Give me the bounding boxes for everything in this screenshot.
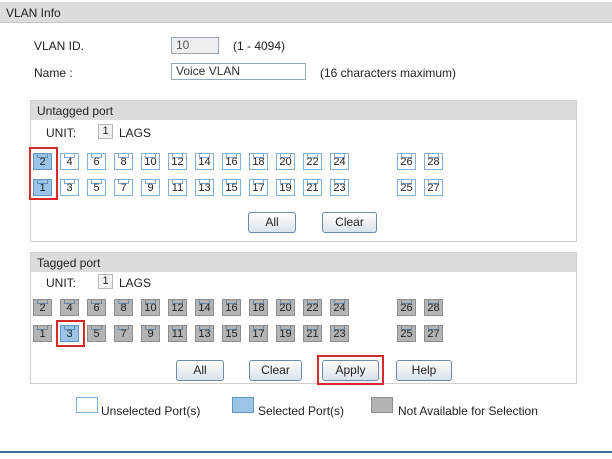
untagged-port-3[interactable]: 3 [60,179,79,196]
vlan-info-header: VLAN Info [0,2,612,23]
untagged-port-19[interactable]: 19 [276,179,295,196]
vlan-info-title: VLAN Info [6,6,61,20]
legend-not-available-swatch [371,397,393,413]
tagged-port-20: 20 [276,299,295,316]
name-field[interactable]: Voice VLAN [171,63,306,80]
footer-rule [0,451,612,453]
help-button[interactable]: Help [396,360,452,381]
tagged-selection-highlight [56,320,85,347]
tagged-port-19: 19 [276,325,295,342]
tagged-port-17: 17 [249,325,268,342]
untagged-port-17[interactable]: 17 [249,179,268,196]
tagged-port-18: 18 [249,299,268,316]
untagged-port-panel: Untagged port UNIT: 1 LAGS [30,100,577,242]
tagged-port-4: 4 [60,299,79,316]
tagged-port-23: 23 [330,325,349,342]
name-hint: (16 characters maximum) [320,66,457,80]
vlan-id-range: (1 - 4094) [233,39,286,53]
untagged-port-6[interactable]: 6 [87,153,106,170]
untagged-port-11[interactable]: 11 [168,179,187,196]
legend-selected-label: Selected Port(s) [258,404,345,418]
untagged-port-10[interactable]: 10 [141,153,160,170]
tagged-port-panel: Tagged port UNIT: 1 LAGS [30,252,577,384]
untagged-port-8[interactable]: 8 [114,153,133,170]
untagged-all-button[interactable]: All [248,212,296,233]
untagged-clear-button[interactable]: Clear [322,212,377,233]
untagged-port-16[interactable]: 16 [222,153,241,170]
tagged-port-2: 2 [33,299,52,316]
untagged-port-4[interactable]: 4 [60,153,79,170]
tagged-port-7: 7 [114,325,133,342]
untagged-port-7[interactable]: 7 [114,179,133,196]
legend-unselected-swatch [76,397,98,413]
tagged-port-9: 9 [141,325,160,342]
untagged-unit-selector[interactable]: 1 [98,124,113,139]
tagged-port-13: 13 [195,325,214,342]
tagged-port-8: 8 [114,299,133,316]
untagged-lags-link[interactable]: LAGS [119,126,151,140]
tagged-port-16: 16 [222,299,241,316]
untagged-port-23[interactable]: 23 [330,179,349,196]
untagged-port-21[interactable]: 21 [303,179,322,196]
untagged-port-12[interactable]: 12 [168,153,187,170]
untagged-port-27[interactable]: 27 [424,179,443,196]
untagged-port-25[interactable]: 25 [397,179,416,196]
untagged-port-15[interactable]: 15 [222,179,241,196]
untagged-port-header: Untagged port [31,101,576,120]
tagged-unit-selector[interactable]: 1 [98,274,113,289]
untagged-unit-label: UNIT: [46,126,76,140]
tagged-port-21: 21 [303,325,322,342]
tagged-port-22: 22 [303,299,322,316]
untagged-port-5[interactable]: 5 [87,179,106,196]
tagged-port-6: 6 [87,299,106,316]
untagged-port-26[interactable]: 26 [397,153,416,170]
tagged-port-25: 25 [397,325,416,342]
tagged-port-24: 24 [330,299,349,316]
untagged-port-14[interactable]: 14 [195,153,214,170]
untagged-port-20[interactable]: 20 [276,153,295,170]
legend-selected-swatch [232,397,254,413]
tagged-lags-link[interactable]: LAGS [119,276,151,290]
tagged-port-28: 28 [424,299,443,316]
tagged-port-27: 27 [424,325,443,342]
tagged-port-title: Tagged port [37,256,101,270]
tagged-port-header: Tagged port [31,253,576,272]
tagged-port-1: 1 [33,325,52,342]
untagged-port-22[interactable]: 22 [303,153,322,170]
untagged-selection-highlight [29,147,58,200]
tagged-clear-button[interactable]: Clear [249,360,302,381]
untagged-port-13[interactable]: 13 [195,179,214,196]
apply-button[interactable]: Apply [322,360,379,381]
tagged-port-14: 14 [195,299,214,316]
tagged-port-5: 5 [87,325,106,342]
tagged-unit-label: UNIT: [46,276,76,290]
vlan-id-field[interactable]: 10 [171,37,219,54]
untagged-port-24[interactable]: 24 [330,153,349,170]
tagged-port-12: 12 [168,299,187,316]
tagged-port-26: 26 [397,299,416,316]
name-label: Name : [34,66,73,80]
tagged-port-11: 11 [168,325,187,342]
tagged-port-10: 10 [141,299,160,316]
tagged-port-15: 15 [222,325,241,342]
vlan-id-label: VLAN ID. [34,39,85,53]
tagged-all-button[interactable]: All [176,360,224,381]
untagged-port-28[interactable]: 28 [424,153,443,170]
untagged-port-title: Untagged port [37,104,114,118]
untagged-port-18[interactable]: 18 [249,153,268,170]
untagged-port-9[interactable]: 9 [141,179,160,196]
legend-not-available-label: Not Available for Selection [398,404,538,418]
legend-unselected-label: Unselected Port(s) [101,404,201,418]
